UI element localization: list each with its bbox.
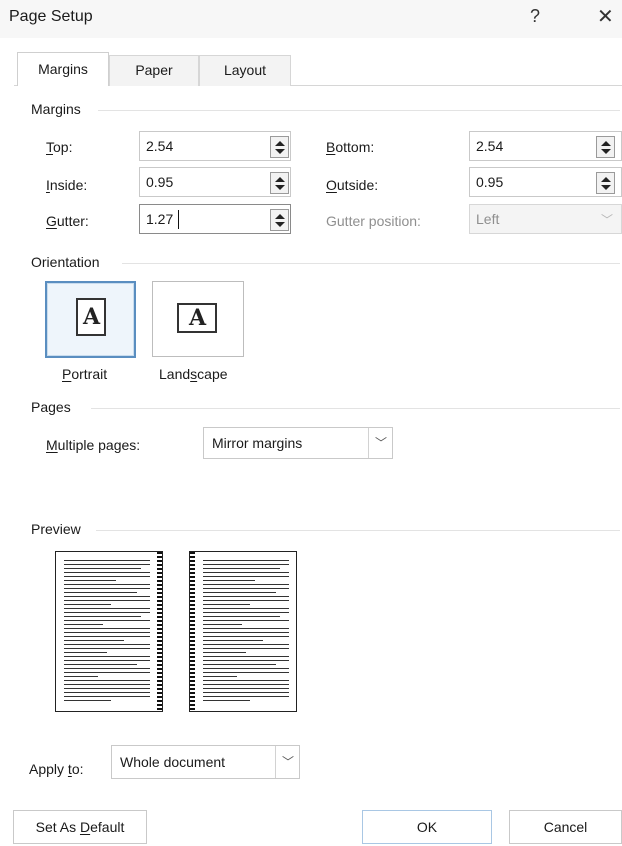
gutter-margin-value: 1.27: [146, 211, 174, 227]
spin-up-icon[interactable]: [601, 141, 611, 146]
top-margin-input[interactable]: 2.54: [139, 131, 291, 161]
chevron-down-icon[interactable]: ﹀: [375, 434, 387, 451]
chevron-down-icon[interactable]: ﹀: [282, 753, 294, 770]
gutter-position-value: Left: [476, 211, 500, 227]
landscape-button[interactable]: A: [152, 281, 244, 357]
spin-up-icon[interactable]: [275, 177, 285, 182]
dialog-title: Page Setup: [9, 8, 93, 25]
bottom-margin-spinner[interactable]: [596, 136, 615, 158]
spin-down-icon[interactable]: [275, 185, 285, 190]
preview-right-lines: [203, 560, 289, 704]
preview-right-gutter: [190, 552, 195, 711]
margins-divider: [98, 110, 620, 111]
ok-button[interactable]: OK: [362, 810, 492, 844]
text-cursor: [178, 210, 179, 229]
margins-section-heading: Margins: [31, 101, 81, 117]
set-as-default-button[interactable]: Set As Default: [13, 810, 147, 844]
tab-layout[interactable]: Layout: [199, 55, 291, 86]
preview-right-page: [189, 551, 297, 712]
top-margin-value: 2.54: [146, 138, 174, 154]
spin-down-icon[interactable]: [601, 149, 611, 154]
spin-up-icon[interactable]: [275, 214, 285, 219]
outside-margin-input[interactable]: 0.95: [469, 167, 622, 197]
portrait-letter: A: [83, 304, 101, 330]
preview-section-heading: Preview: [31, 521, 81, 537]
top-margin-spinner[interactable]: [270, 136, 289, 158]
spin-up-icon[interactable]: [601, 177, 611, 182]
landscape-page-icon: A: [177, 303, 217, 333]
title-bar: [0, 0, 622, 38]
inside-margin-spinner[interactable]: [270, 172, 289, 194]
preview-divider: [96, 530, 620, 531]
preview-left-page: [55, 551, 163, 712]
tab-paper[interactable]: Paper: [109, 55, 199, 86]
portrait-page-icon: A: [76, 298, 106, 336]
spin-down-icon[interactable]: [275, 222, 285, 227]
apply-to-select[interactable]: Whole document ﹀: [111, 745, 300, 779]
inside-label: Inside:: [46, 177, 88, 193]
inside-margin-input[interactable]: 0.95: [139, 167, 291, 197]
landscape-label: Landscape: [159, 366, 228, 382]
help-button[interactable]: ?: [530, 6, 540, 27]
cancel-button[interactable]: Cancel: [509, 810, 622, 844]
tab-margins[interactable]: Margins: [17, 52, 109, 86]
portrait-label: Portrait: [62, 366, 108, 382]
top-label: Top:: [46, 139, 73, 155]
multiple-pages-label: Multiple pages:: [46, 437, 141, 453]
apply-to-value: Whole document: [120, 754, 226, 770]
bottom-margin-value: 2.54: [476, 138, 504, 154]
spin-down-icon[interactable]: [601, 185, 611, 190]
pages-section-heading: Pages: [31, 399, 71, 415]
outside-label: Outside:: [326, 177, 379, 193]
inside-margin-value: 0.95: [146, 174, 174, 190]
apply-to-label: Apply to:: [29, 761, 84, 777]
chevron-down-icon: ﹀: [600, 213, 613, 227]
spin-down-icon[interactable]: [275, 149, 285, 154]
gutter-position-select: Left ﹀: [469, 204, 622, 234]
preview-left-lines: [64, 560, 150, 704]
bottom-margin-input[interactable]: 2.54: [469, 131, 622, 161]
bottom-label: Bottom:: [326, 139, 375, 155]
spin-up-icon[interactable]: [275, 141, 285, 146]
gutter-margin-input[interactable]: 1.27: [139, 204, 291, 234]
landscape-letter: A: [189, 305, 207, 331]
pages-divider: [91, 408, 620, 409]
multiple-pages-select[interactable]: Mirror margins ﹀: [203, 427, 393, 459]
portrait-button[interactable]: A: [45, 281, 136, 358]
gutter-margin-spinner[interactable]: [270, 209, 289, 231]
multiple-pages-value: Mirror margins: [212, 435, 303, 451]
outside-margin-spinner[interactable]: [596, 172, 615, 194]
apply-to-dropdown-button[interactable]: ﹀: [275, 746, 299, 778]
preview-left-gutter: [157, 552, 162, 711]
orientation-divider: [122, 263, 620, 264]
gutter-position-label: Gutter position:: [326, 213, 421, 229]
close-icon[interactable]: ✕: [597, 4, 614, 29]
orientation-section-heading: Orientation: [31, 254, 100, 270]
multiple-pages-dropdown-button[interactable]: ﹀: [368, 428, 392, 458]
gutter-label: Gutter:: [46, 213, 89, 229]
outside-margin-value: 0.95: [476, 174, 504, 190]
